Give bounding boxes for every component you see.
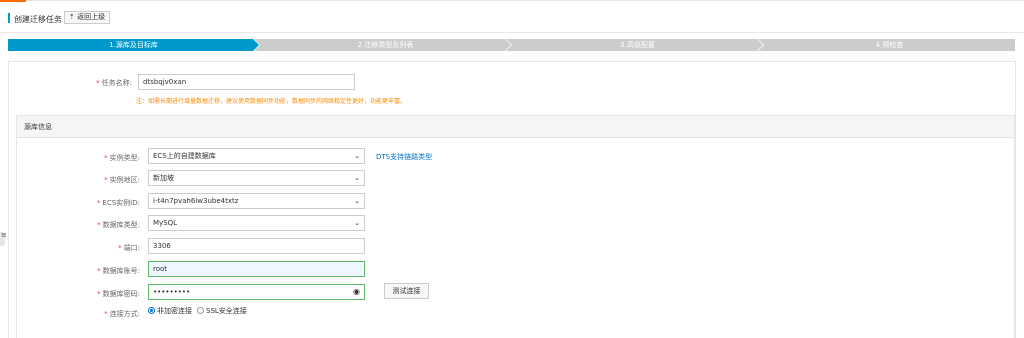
test-connection-button[interactable]: 测试连接 (384, 283, 429, 299)
instance-type-select[interactable]: ECS上的自建数据库 ⌄ (148, 148, 365, 164)
ecs-id-label: * ECS实例ID: (96, 199, 140, 207)
account-label: * 数据库账号: (97, 267, 140, 275)
region-select[interactable]: 新加坡 ⌄ (148, 170, 365, 186)
password-label: * 数据库密码: (97, 290, 140, 298)
port-input[interactable]: 3306 (148, 238, 365, 254)
step-4-label: 4.预检查 (875, 41, 904, 49)
port-label: * 端口: (118, 244, 140, 252)
top-divider (26, 0, 1024, 1)
radio-non-encrypted[interactable]: 非加密连接 (148, 306, 192, 316)
section-header: 源库信息 (17, 116, 1014, 138)
ecs-id-select[interactable]: i-t4n7pvah6iw3ube4txtz ⌄ (148, 193, 365, 209)
region-label: * 实例地区: (104, 176, 140, 184)
back-button[interactable]: ⇡ 返回上级 (64, 11, 111, 24)
connection-label: * 连接方式: (104, 310, 140, 318)
header-divider (0, 32, 1024, 33)
back-button-label: 返回上级 (77, 13, 106, 21)
account-input[interactable]: root (148, 261, 365, 277)
eye-icon[interactable]: ◉ (353, 285, 360, 299)
chevron-down-icon: ⌄ (354, 197, 360, 205)
section-title: 源库信息 (24, 123, 52, 131)
side-collapse-handle[interactable]: ≡ (0, 231, 7, 246)
task-name-label: * 任务名称: (96, 79, 132, 87)
step-2-label: 2.迁移类型及列表 (357, 41, 414, 49)
radio-ssl[interactable]: SSL安全连接 (197, 306, 247, 316)
page-title: 创建迁移任务 (14, 15, 62, 24)
dts-support-link[interactable]: DTS支持链路类型 (376, 152, 432, 162)
menu-icon: ≡ (1, 231, 7, 239)
title-accent-bar (8, 13, 10, 23)
step-3-label: 3.高级配置 (620, 41, 655, 49)
instance-type-label: * 实例类型: (104, 154, 140, 162)
task-name-input[interactable]: dtsbqjv0xan (138, 74, 355, 90)
db-type-label: * 数据库类型: (97, 221, 140, 229)
password-input[interactable]: ••••••••• ◉ (148, 284, 365, 300)
radio-selected-icon (148, 307, 155, 314)
chevron-down-icon: ⌄ (354, 152, 360, 160)
chevron-down-icon: ⌄ (354, 219, 360, 227)
chevron-down-icon: ⌄ (354, 174, 360, 182)
page-header: 创建迁移任务 ⇡ 返回上级 (0, 10, 1024, 26)
up-arrow-icon: ⇡ (69, 13, 75, 21)
step-1-label: 1.源库及目标库 (109, 41, 158, 49)
top-accent-bar (0, 0, 26, 2)
task-note: 注：如需长期进行增量数据迁移，建议使用数据同步功能，数据同步的网络稳定性更好，功… (136, 98, 407, 105)
radio-unselected-icon (197, 307, 204, 314)
db-type-select[interactable]: MySQL ⌄ (148, 215, 365, 231)
step-progress: 1.源库及目标库 2.迁移类型及列表 3.高级配置 4.预检查 (8, 39, 1015, 51)
